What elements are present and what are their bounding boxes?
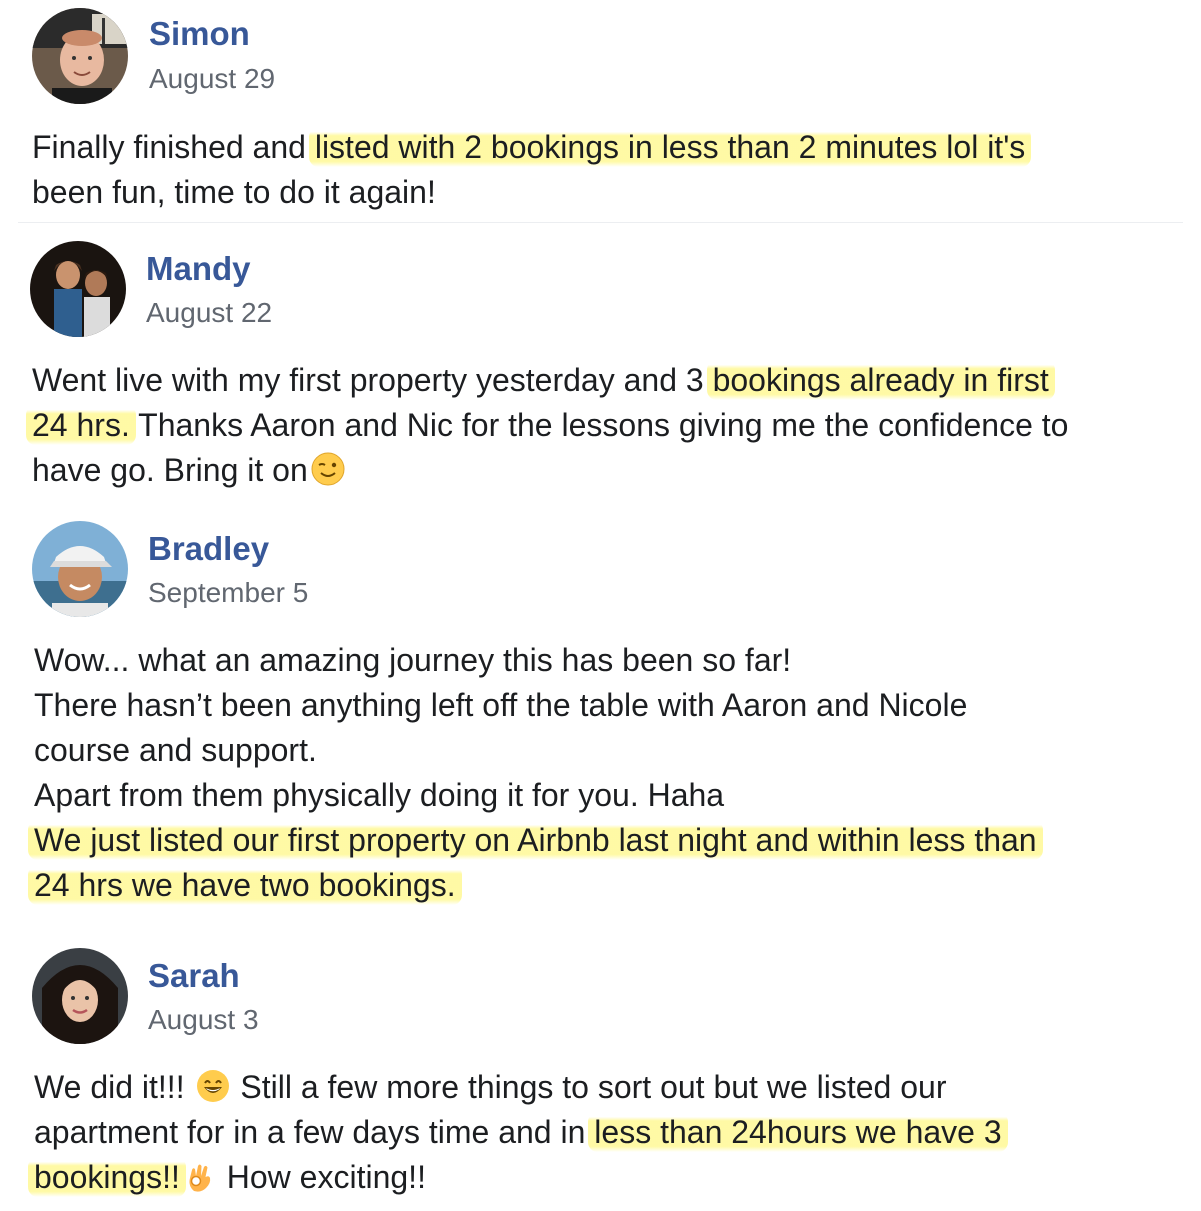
- highlighted-text: We just listed our first property on Air…: [28, 820, 1043, 860]
- avatar-bradley[interactable]: [32, 521, 128, 617]
- text-segment: have go. Bring it on: [32, 452, 308, 488]
- divider: [18, 222, 1183, 223]
- post-line: Went live with my first property yesterd…: [32, 358, 1068, 403]
- post-line: Finally finished and listed with 2 booki…: [32, 125, 1032, 170]
- highlighted-text: bookings!!: [28, 1157, 186, 1197]
- text-segment: There hasn’t been anything left off the …: [34, 687, 968, 723]
- post-date[interactable]: August 3: [148, 1002, 259, 1038]
- post-line: Apart from them physically doing it for …: [34, 773, 1037, 818]
- author-name[interactable]: Sarah: [148, 956, 240, 996]
- text-segment: been fun, time to do it again!: [32, 174, 436, 210]
- post-date[interactable]: August 29: [149, 61, 275, 97]
- post-line: course and support.: [34, 728, 1037, 773]
- text-segment: Wow... what an amazing journey this has …: [34, 642, 792, 678]
- author-name[interactable]: Bradley: [148, 529, 269, 569]
- post-line: have go. Bring it on: [32, 448, 1068, 493]
- wink-emoji-icon: [310, 451, 346, 487]
- post-line: been fun, time to do it again!: [32, 170, 1025, 215]
- text-segment: How exciting!!: [217, 1159, 426, 1195]
- text-segment: Apart from them physically doing it for …: [34, 777, 725, 813]
- avatar-simon[interactable]: [32, 8, 128, 104]
- ok-hand-emoji-icon: [182, 1158, 218, 1194]
- post-line: 24 hrs. Thanks Aaron and Nic for the les…: [26, 403, 1069, 448]
- post-body: Wow... what an amazing journey this has …: [28, 638, 1043, 908]
- post-line: We did it!!! Still a few more things to …: [34, 1065, 1002, 1110]
- text-segment: Finally finished and: [32, 129, 315, 165]
- avatar-mandy[interactable]: [30, 241, 126, 337]
- post-line: apartment for in a few days time and in …: [34, 1110, 1008, 1155]
- post-date[interactable]: September 5: [148, 575, 308, 611]
- text-segment: Thanks Aaron and Nic for the lessons giv…: [129, 407, 1069, 443]
- highlighted-text: less than 24hours we have 3: [588, 1112, 1008, 1152]
- grin-emoji-icon: [195, 1068, 231, 1104]
- highlighted-text: listed with 2 bookings in less than 2 mi…: [308, 127, 1032, 167]
- avatar-sarah[interactable]: [32, 948, 128, 1044]
- author-name[interactable]: Mandy: [146, 249, 251, 289]
- post-body: We did it!!! Still a few more things to …: [28, 1065, 1008, 1200]
- text-segment: course and support.: [34, 732, 317, 768]
- post-line: There hasn’t been anything left off the …: [34, 683, 1037, 728]
- highlighted-text: 24 hrs we have two bookings.: [28, 865, 462, 905]
- post-line: We just listed our first property on Air…: [28, 818, 1043, 863]
- text-segment: apartment for in a few days time and in: [34, 1114, 595, 1150]
- author-name[interactable]: Simon: [149, 14, 250, 54]
- highlighted-text: bookings already in first: [706, 360, 1055, 400]
- post-line: 24 hrs we have two bookings.: [28, 863, 1037, 908]
- post-body: Went live with my first property yesterd…: [26, 358, 1069, 493]
- text-segment: Went live with my first property yesterd…: [32, 362, 713, 398]
- post-body: Finally finished and listed with 2 booki…: [32, 125, 1032, 215]
- post-line: Wow... what an amazing journey this has …: [34, 638, 1037, 683]
- text-segment: We did it!!!: [34, 1069, 194, 1105]
- post-line: bookings!! How exciting!!: [28, 1155, 1002, 1200]
- post-date[interactable]: August 22: [146, 295, 272, 331]
- text-segment: Still a few more things to sort out but …: [231, 1069, 947, 1105]
- highlighted-text: 24 hrs.: [26, 405, 136, 445]
